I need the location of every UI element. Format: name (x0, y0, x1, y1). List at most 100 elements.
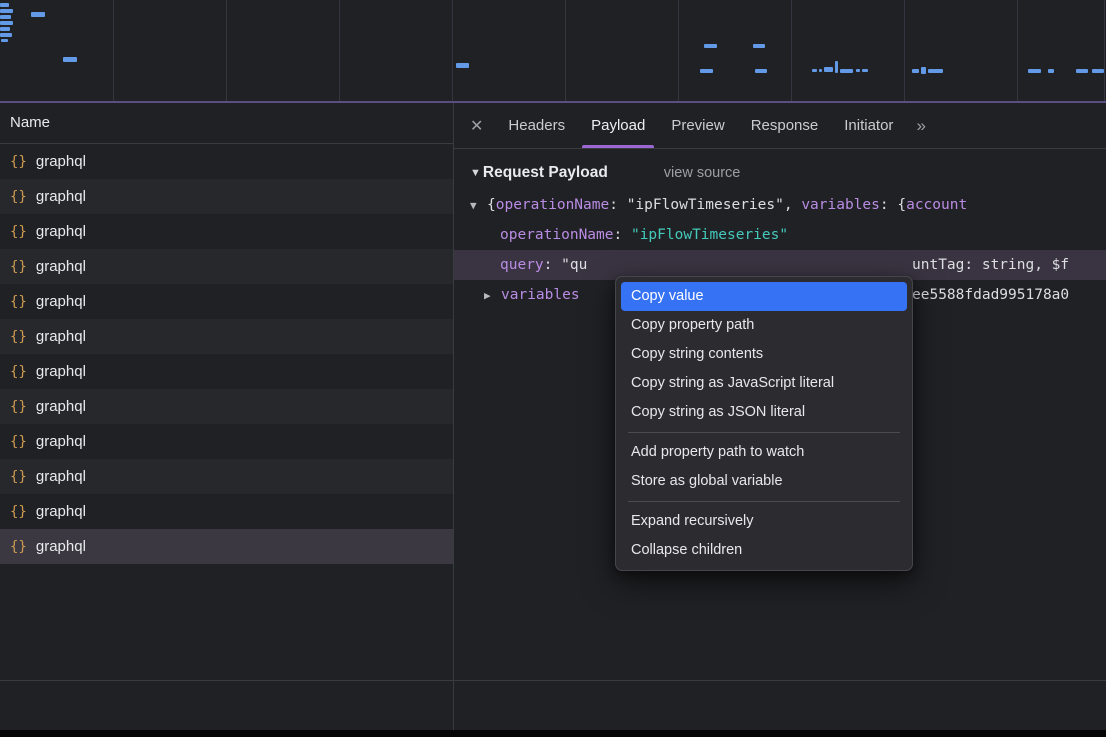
request-row[interactable]: {} graphql (0, 144, 453, 179)
json-braces-icon: {} (10, 469, 27, 485)
menu-item-copy-string-as-javascript-literal[interactable]: Copy string as JavaScript literal (621, 369, 907, 398)
tab-payload[interactable]: Payload (578, 103, 658, 148)
code-segment: : (609, 197, 626, 213)
request-name: graphql (36, 398, 86, 415)
json-braces-icon: {} (10, 539, 27, 555)
overview-gridline (565, 0, 566, 101)
waterfall-bar (1076, 69, 1088, 73)
section-title: Request Payload (483, 164, 608, 182)
request-payload-section: ▼ Request Payload view source (470, 164, 1106, 182)
request-row[interactable]: {}graphql (0, 354, 453, 389)
request-row[interactable]: {}graphql (0, 529, 453, 564)
network-main-area: Name {}graphql{}graphql{}graphql{}graphq… (0, 103, 1106, 730)
menu-separator (628, 501, 900, 502)
tabs-list: HeadersPayloadPreviewResponseInitiator (495, 103, 906, 148)
menu-item-copy-value[interactable]: Copy value (621, 282, 907, 311)
collapsed-arrow-icon[interactable]: ▶ (484, 281, 501, 310)
request-row[interactable]: {} graphql (0, 389, 453, 424)
request-row[interactable]: {} graphql (0, 319, 453, 354)
code-segment: query (500, 257, 544, 273)
devtools-window: Name {}graphql{}graphql{}graphql{}graphq… (0, 0, 1106, 737)
waterfall-bar (835, 61, 838, 73)
request-row[interactable]: {} graphql (0, 494, 453, 529)
request-row[interactable]: {}graphql (0, 424, 453, 459)
code-segment: operationName (500, 227, 614, 243)
request-name: graphql (36, 363, 86, 380)
request-name: graphql (36, 153, 86, 170)
overview-gridline (1017, 0, 1018, 101)
close-icon[interactable]: ✕ (464, 116, 495, 136)
overview-gridline (339, 0, 340, 101)
json-braces-icon: {} (10, 294, 27, 310)
code-segment: { (487, 197, 496, 213)
overview-gridline (1104, 0, 1105, 101)
waterfall-bar (31, 12, 45, 17)
request-name: graphql (36, 328, 86, 345)
waterfall-bar (0, 3, 9, 7)
request-name: graphql (36, 258, 86, 275)
json-braces-icon: {} (10, 329, 27, 345)
bottom-edge-bar (0, 730, 1106, 737)
overflow-tabs-icon[interactable]: » (906, 116, 935, 136)
request-row[interactable]: {} graphql (0, 249, 453, 284)
waterfall-bar (928, 69, 943, 73)
request-name: graphql (36, 503, 86, 520)
request-row[interactable]: {}graphql (0, 214, 453, 249)
tab-headers[interactable]: Headers (495, 103, 578, 148)
request-row[interactable]: {} graphql (0, 459, 453, 494)
waterfall-bar (862, 69, 868, 72)
expanded-arrow-icon[interactable]: ▼ (470, 191, 487, 220)
waterfall-bar (1048, 69, 1054, 73)
waterfall-bar (912, 69, 919, 73)
code-segment: : (544, 257, 561, 273)
network-overview-strip[interactable] (0, 0, 1106, 103)
request-row[interactable]: {}graphql (0, 179, 453, 214)
name-column-header[interactable]: Name (0, 103, 453, 144)
code-segment: "ipFlowTimeseries" (631, 227, 788, 243)
request-name: graphql (36, 293, 86, 310)
tab-response[interactable]: Response (738, 103, 832, 148)
json-braces-icon: {} (10, 259, 27, 275)
section-expander-icon[interactable]: ▼ (470, 167, 481, 179)
menu-item-store-as-global-variable[interactable]: Store as global variable (621, 467, 907, 496)
overview-gridline (226, 0, 227, 101)
view-source-link[interactable]: view source (664, 165, 741, 181)
code-segment: ee5588fdad995178a0 (912, 280, 1069, 310)
code-segment: , (784, 197, 801, 213)
summary-divider (0, 680, 1106, 681)
waterfall-bar (1, 39, 8, 42)
waterfall-bar (0, 27, 10, 31)
waterfall-bar (0, 9, 13, 13)
json-braces-icon: {} (10, 399, 27, 415)
waterfall-bar (753, 44, 765, 48)
menu-item-collapse-children[interactable]: Collapse children (621, 536, 907, 565)
requests-panel: Name {}graphql{}graphql{}graphql{}graphq… (0, 103, 454, 730)
menu-item-copy-string-as-json-literal[interactable]: Copy string as JSON literal (621, 398, 907, 427)
overview-gridline (904, 0, 905, 101)
request-rows: {} graphql {} graphql {} graphql {} graphql {} gr… (0, 144, 453, 564)
request-name: graphql (36, 468, 86, 485)
json-braces-icon: {} (10, 189, 27, 205)
tree-line-operation-name[interactable]: operationName: "ipFlowTimeseries" (454, 220, 1106, 250)
menu-separator (628, 432, 900, 433)
tab-preview[interactable]: Preview (658, 103, 737, 148)
tab-initiator[interactable]: Initiator (831, 103, 906, 148)
json-braces-icon: {} (10, 154, 27, 170)
menu-item-add-property-path-to-watch[interactable]: Add property path to watch (621, 438, 907, 467)
tree-line-object-preview[interactable]: ▼{operationName: "ipFlowTimeseries", var… (454, 190, 1106, 220)
overview-gridline (452, 0, 453, 101)
json-braces-icon: {} (10, 504, 27, 520)
menu-item-expand-recursively[interactable]: Expand recursively (621, 507, 907, 536)
waterfall-bar (1028, 69, 1041, 73)
menu-item-copy-property-path[interactable]: Copy property path (621, 311, 907, 340)
code-segment: account (906, 197, 967, 213)
waterfall-bar (700, 69, 713, 73)
waterfall-bar (0, 33, 12, 37)
menu-item-copy-string-contents[interactable]: Copy string contents (621, 340, 907, 369)
request-name: graphql (36, 223, 86, 240)
waterfall-bar (456, 63, 469, 68)
code-segment: "ipFlowTimeseries" (627, 197, 784, 213)
request-row[interactable]: {} graphql (0, 284, 453, 319)
context-menu: Copy valueCopy property pathCopy string … (615, 276, 913, 571)
waterfall-bar (856, 69, 860, 72)
